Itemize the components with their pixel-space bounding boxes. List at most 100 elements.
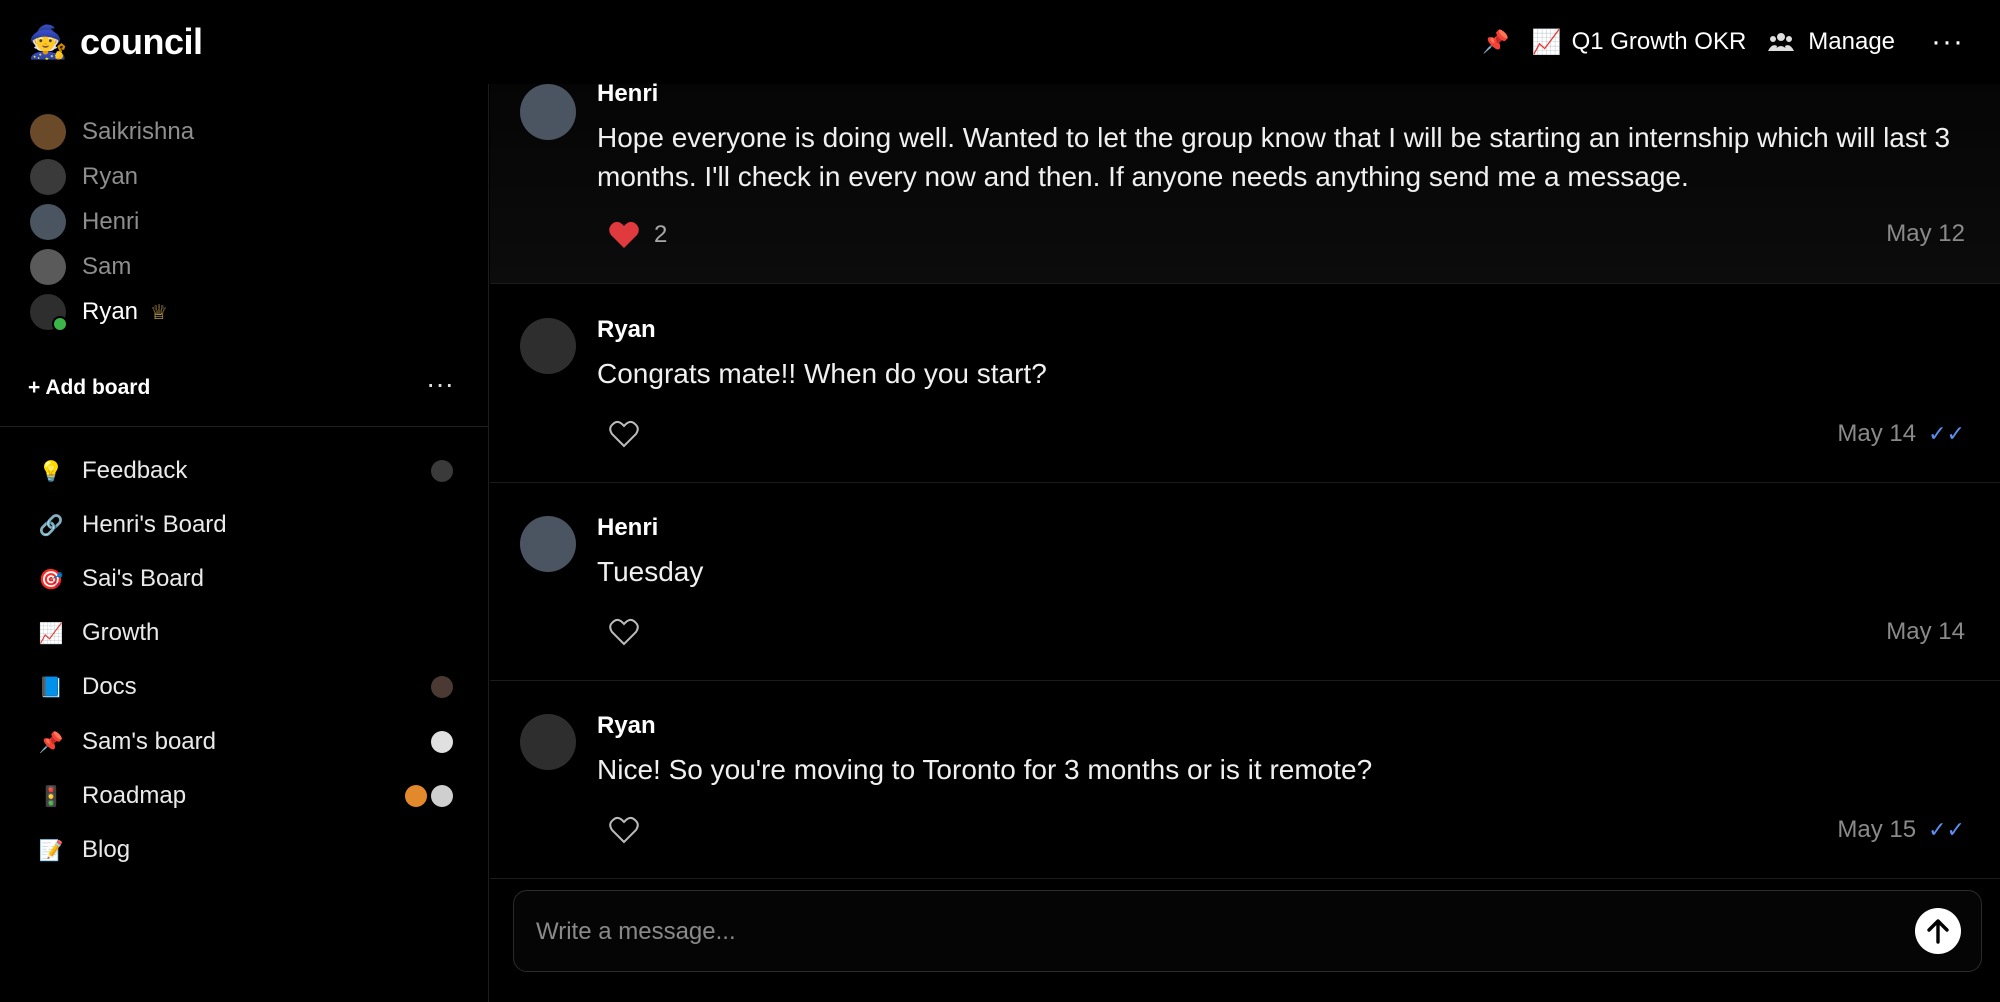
avatar[interactable] <box>520 516 576 572</box>
avatar <box>431 731 453 753</box>
message-date-label: May 14 <box>1886 618 1965 645</box>
sidebar-more-icon[interactable]: ··· <box>426 368 454 400</box>
like-button[interactable] <box>608 617 640 647</box>
avatar <box>30 159 66 195</box>
avatar <box>30 294 68 332</box>
message-author[interactable]: Ryan <box>597 316 656 344</box>
app-logo[interactable]: 🧙 council <box>28 20 203 64</box>
board-item-docs[interactable]: 📘 Docs <box>38 667 458 707</box>
board-members <box>401 785 453 807</box>
message-text: Congrats mate!! When do you start? <box>597 358 1047 389</box>
like-button[interactable]: 2 <box>608 220 667 250</box>
more-options-icon[interactable]: ··· <box>1931 25 1964 59</box>
avatar <box>30 204 66 240</box>
message-item: Henri Hope everyone is doing well. Wante… <box>490 80 2000 284</box>
message-text: Hope everyone is doing well. Wanted to l… <box>597 122 1951 192</box>
wizard-icon: 🧙 <box>28 24 68 60</box>
avatar <box>30 249 66 285</box>
board-item-henris-board[interactable]: 🔗 Henri's Board <box>38 505 458 545</box>
avatar <box>405 785 427 807</box>
member-item[interactable]: Saikrishna <box>30 112 194 152</box>
message-text: Nice! So you're moving to Toronto for 3 … <box>597 754 1373 785</box>
board-label: Feedback <box>82 457 188 484</box>
message-input[interactable] <box>534 909 1888 955</box>
message-author[interactable]: Ryan <box>597 712 656 740</box>
message-date: May 14 <box>1886 618 1965 646</box>
message-list[interactable]: Henri Hope everyone is doing well. Wante… <box>490 80 2000 882</box>
traffic-light-icon: 🚦 <box>38 785 64 808</box>
header-actions: 📌 📈 Q1 Growth OKR Manage ··· <box>1482 20 1964 64</box>
pushpin-icon[interactable]: 📌 <box>1482 29 1509 55</box>
message-date: May 15 ✓✓ <box>1837 816 1965 844</box>
link-icon: 🔗 <box>38 514 64 537</box>
add-board-button[interactable]: + Add board <box>28 376 150 400</box>
message-date-label: May 15 <box>1837 816 1917 843</box>
board-members <box>427 676 453 698</box>
board-members <box>427 731 453 753</box>
online-indicator <box>52 316 68 332</box>
message-composer <box>513 890 1982 972</box>
manage-label: Manage <box>1808 28 1896 55</box>
heart-outline-icon <box>609 816 639 844</box>
board-item-growth[interactable]: 📈 Growth <box>38 613 458 653</box>
send-button[interactable] <box>1915 908 1961 954</box>
memo-icon: 📝 <box>38 839 64 862</box>
like-button[interactable] <box>608 419 640 449</box>
board-label: Blog <box>82 836 131 863</box>
heart-outline-icon <box>609 618 639 646</box>
board-item-sais-board[interactable]: 🎯 Sai's Board <box>38 559 458 599</box>
like-count: 2 <box>654 221 668 248</box>
pushpin-icon: 📌 <box>38 731 64 754</box>
board-label: Sai's Board <box>82 565 204 592</box>
board-item-feedback[interactable]: 💡 Feedback <box>38 451 458 491</box>
avatar[interactable] <box>520 714 576 770</box>
board-label: Henri's Board <box>82 511 227 538</box>
avatar <box>30 114 66 150</box>
book-icon: 📘 <box>38 676 64 699</box>
manage-button[interactable]: Manage <box>1768 28 1895 56</box>
message-author[interactable]: Henri <box>597 514 658 542</box>
member-name: Saikrishna <box>82 118 195 145</box>
people-icon <box>1768 33 1795 51</box>
board-members <box>427 460 453 482</box>
like-button[interactable] <box>608 815 640 845</box>
message-date: May 14 ✓✓ <box>1837 420 1965 448</box>
chart-increasing-icon: 📈 <box>1531 28 1562 56</box>
top-bar: 🧙 council 📌 📈 Q1 Growth OKR Manage ··· <box>0 0 2000 84</box>
member-item-current-user[interactable]: Ryan ♕ <box>30 292 168 332</box>
crown-icon: ♕ <box>150 301 168 324</box>
member-name: Ryan <box>82 298 139 325</box>
avatar[interactable] <box>520 318 576 374</box>
message-date: May 12 <box>1886 220 1965 248</box>
board-label: Docs <box>82 673 137 700</box>
board-label: Growth <box>82 619 160 646</box>
member-item[interactable]: Henri <box>30 202 139 242</box>
avatar[interactable] <box>520 84 576 140</box>
member-name: Henri <box>82 208 140 235</box>
read-receipt-icon: ✓✓ <box>1928 421 1965 446</box>
member-item[interactable]: Sam <box>30 247 131 287</box>
board-label: Roadmap <box>82 782 187 809</box>
message-author[interactable]: Henri <box>597 80 658 108</box>
message-date-label: May 12 <box>1886 220 1965 247</box>
message-date-label: May 14 <box>1837 420 1917 447</box>
heart-outline-icon <box>609 420 639 448</box>
board-item-roadmap[interactable]: 🚦 Roadmap <box>38 776 458 816</box>
lightbulb-icon: 💡 <box>38 460 64 483</box>
board-item-blog[interactable]: 📝 Blog <box>38 830 458 870</box>
read-receipt-icon: ✓✓ <box>1928 817 1965 842</box>
board-item-sams-board[interactable]: 📌 Sam's board <box>38 722 458 762</box>
message-item: Henri Tuesday May 14 <box>490 482 2000 681</box>
current-board-title[interactable]: 📈 Q1 Growth OKR <box>1532 28 1747 57</box>
app-name: council <box>80 21 203 62</box>
member-item[interactable]: Ryan <box>30 157 138 197</box>
sidebar: Saikrishna Ryan Henri Sam Ryan ♕ + Add b… <box>0 84 489 1002</box>
arrow-up-icon <box>1927 919 1949 944</box>
board-label: Sam's board <box>82 728 216 755</box>
avatar <box>431 676 453 698</box>
divider <box>0 426 488 427</box>
avatar <box>431 785 453 807</box>
message-text: Tuesday <box>597 556 704 587</box>
board-title-label: Q1 Growth OKR <box>1571 28 1747 55</box>
member-name: Ryan <box>82 163 139 190</box>
